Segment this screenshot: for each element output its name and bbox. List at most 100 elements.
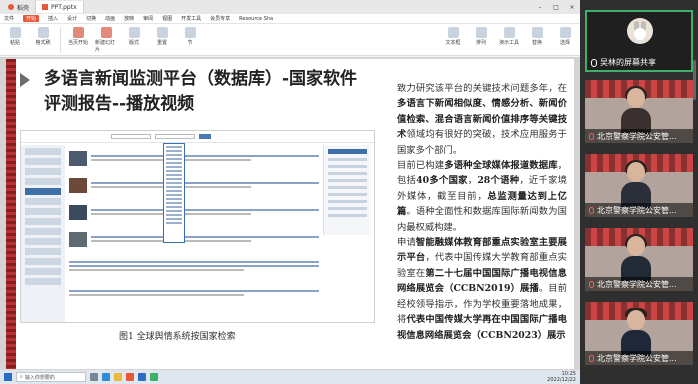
body-bold-run: 代表中国传媒大学再在中国国际广播电视信息网络展览会（CCBN2023）展示 — [397, 314, 567, 341]
embedded-screenshot[interactable] — [20, 130, 375, 323]
close-icon[interactable]: × — [564, 4, 580, 11]
menu-transition[interactable]: 切换 — [86, 15, 96, 22]
participant-video — [621, 160, 651, 208]
body-paragraph: 致力研究该平台的关键技术问题多年，在多语言下新闻相似度、情感分析、新闻价值检索、… — [397, 81, 567, 158]
my-screen-share-tile[interactable]: 吴林的屏幕共享 — [585, 10, 693, 72]
wps-icon[interactable] — [126, 373, 134, 381]
participant-name: 北京警察学院公安管... — [597, 205, 677, 215]
textbox-button[interactable]: 文本框 — [442, 27, 464, 46]
slide-canvas[interactable]: 多语言新闻监测平台（数据库）-国家软件评测报告--播放视频 图1 全球舆情系统按… — [6, 59, 574, 369]
participant-tile[interactable]: 北京警察学院公安管... — [585, 80, 693, 143]
replace-button[interactable]: 替换 — [526, 27, 548, 46]
task-view-icon[interactable] — [90, 373, 98, 381]
wps-window: 稻壳 PPT.pptx – □ × 文件 开始 插入 设计 切换 动画 放映 审… — [0, 0, 580, 384]
participant-video — [621, 86, 651, 134]
paste-button[interactable]: 粘贴 — [4, 27, 26, 46]
arrange-icon — [475, 27, 487, 38]
section-button[interactable]: 节 — [179, 27, 201, 46]
menu-animation[interactable]: 动画 — [105, 15, 115, 22]
slide-workspace: 多语言新闻监测平台（数据库）-国家软件评测报告--播放视频 图1 全球舆情系统按… — [0, 57, 580, 370]
windows-start-icon[interactable] — [4, 373, 12, 381]
daoke-icon — [8, 4, 14, 10]
participant-tile[interactable]: 北京警察学院公安管... — [585, 154, 693, 217]
participant-video — [621, 308, 651, 356]
screenshot-sidebar — [323, 145, 371, 235]
menu-review[interactable]: 审阅 — [143, 15, 153, 22]
screenshot-country-dropdown — [163, 143, 185, 243]
body-text-run: 。语种全面性和数据库国际新闻数为国内最权威构建。 — [397, 206, 567, 233]
body-text-run: 申请 — [397, 237, 416, 249]
replace-icon — [531, 27, 543, 38]
participant-name: 北京警察学院公安管... — [597, 353, 677, 363]
body-paragraph: 申请智能融媒体教育部重点实验室主要展示平台，代表中国传媒大学教育部重点实验室在第… — [397, 235, 567, 343]
meeting-app-icon[interactable] — [138, 373, 146, 381]
menu-design[interactable]: 设计 — [67, 15, 77, 22]
menu-view[interactable]: 视图 — [162, 15, 172, 22]
layout-icon — [128, 27, 140, 38]
layout-button[interactable]: 版式 — [123, 27, 145, 46]
minimize-icon[interactable]: – — [532, 4, 548, 11]
tab-ppt-label: PPT.pptx — [51, 3, 77, 11]
new-slide-icon — [100, 27, 112, 38]
select-button[interactable]: 选择 — [554, 27, 576, 46]
taskbar-search-placeholder: 输入你想要的 — [24, 374, 55, 381]
participant-tile[interactable]: 北京警察学院公安管... — [585, 302, 693, 365]
body-text-run: 目前已构建 — [397, 160, 445, 172]
folder-icon[interactable] — [114, 373, 122, 381]
participant-tile[interactable]: 北京警察学院公安管... — [585, 228, 693, 291]
browser-icon[interactable] — [102, 373, 110, 381]
maximize-icon[interactable]: □ — [548, 4, 564, 11]
arrange-button[interactable]: 排列 — [470, 27, 492, 46]
format-painter-label: 格式刷 — [35, 40, 51, 46]
title-triangle-icon — [20, 73, 30, 87]
tab-daoke[interactable]: 稻壳 — [2, 1, 37, 13]
menu-file[interactable]: 文件 — [4, 15, 14, 22]
reset-icon — [156, 27, 168, 38]
reset-label: 重置 — [156, 40, 167, 46]
screenshot-nav — [21, 145, 65, 322]
new-slide-button[interactable]: 新建幻灯片 — [95, 27, 117, 53]
screenshot-search-bar — [21, 131, 374, 143]
slide-body-text[interactable]: 致力研究该平台的关键技术问题多年，在多语言下新闻相似度、情感分析、新闻价值检索、… — [397, 81, 567, 343]
format-painter-button[interactable]: 格式刷 — [32, 27, 54, 46]
menu-insert[interactable]: 插入 — [48, 15, 58, 22]
panel-scrollbar[interactable] — [693, 60, 696, 100]
menu-slideshow[interactable]: 放映 — [124, 15, 134, 22]
play-from-current-label: 当页开始 — [67, 40, 88, 46]
body-paragraph: 目前已构建多语种全球媒体报道数据库，包括40多个国家，28个语种，近千家境外媒体… — [397, 158, 567, 235]
ppt-file-icon — [42, 4, 49, 10]
participant-name: 北京警察学院公安管... — [597, 131, 677, 141]
participant-name: 北京警察学院公安管... — [597, 279, 677, 289]
textbox-label: 文本框 — [445, 40, 461, 46]
menu-home[interactable]: 开始 — [23, 15, 40, 22]
ribbon-divider — [60, 27, 61, 53]
menu-bar: 文件 开始 插入 设计 切换 动画 放映 审阅 视图 开发工具 会员专享 Res… — [0, 14, 580, 24]
screenshot-news-list — [69, 147, 319, 309]
paste-icon — [9, 27, 21, 38]
body-bold-run: 28个语种 — [477, 175, 520, 187]
presentation-tools-button[interactable]: 演示工具 — [498, 27, 520, 46]
paste-label: 粘贴 — [9, 40, 20, 46]
slide-title[interactable]: 多语言新闻监测平台（数据库）-国家软件评测报告--播放视频 — [44, 67, 374, 117]
my-screen-share-label-row: 吴林的屏幕共享 — [591, 57, 689, 68]
menu-devtools[interactable]: 开发工具 — [181, 15, 201, 22]
textbox-icon — [447, 27, 459, 38]
play-from-current-button[interactable]: 当页开始 — [67, 27, 89, 46]
taskbar-clock[interactable]: 10:25 2022/12/22 — [547, 371, 576, 383]
tab-ppt[interactable]: PPT.pptx — [36, 1, 84, 13]
section-label: 节 — [187, 40, 193, 46]
meeting-participant-panel: 吴林的屏幕共享 北京警察学院公安管... 北京警察学院公安管... 北京警察学院… — [580, 0, 698, 384]
menu-resource[interactable]: Resource Sha — [239, 16, 273, 22]
replace-label: 替换 — [531, 40, 542, 46]
ribbon: 粘贴 格式刷 当页开始 新建幻灯片 版式 重置 节 文本框 排列 演示工具 替换… — [0, 24, 580, 56]
screenshot-filter-input — [155, 134, 195, 139]
section-icon — [184, 27, 196, 38]
chat-app-icon[interactable] — [150, 373, 158, 381]
body-bold-run: 多语种全球媒体报道数据库 — [444, 160, 558, 172]
menu-member[interactable]: 会员专享 — [210, 15, 230, 22]
muted-mic-icon — [589, 280, 594, 288]
new-slide-label: 新建幻灯片 — [95, 40, 116, 53]
reset-button[interactable]: 重置 — [151, 27, 173, 46]
taskbar-search[interactable]: ⌕ 输入你想要的 — [16, 372, 86, 382]
slide-decor-stripe — [6, 59, 16, 369]
